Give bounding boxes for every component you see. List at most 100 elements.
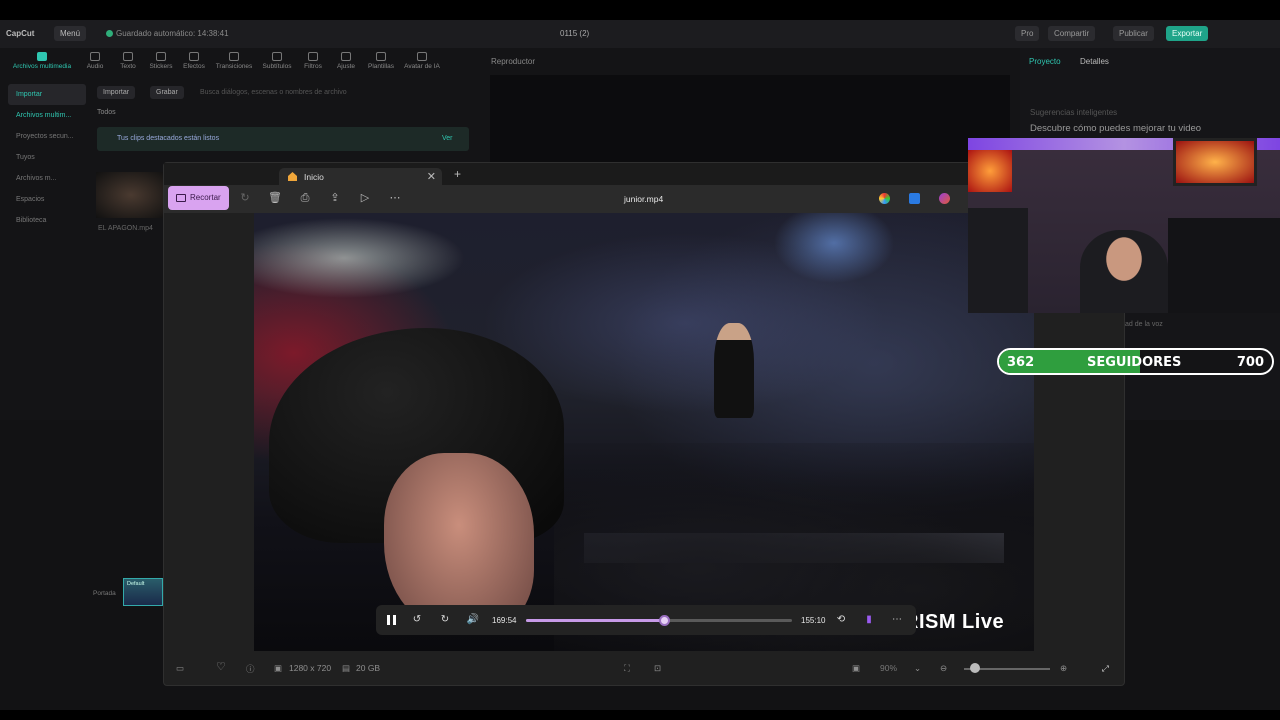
filters-icon (308, 52, 318, 61)
media-icon (37, 52, 47, 61)
pause-icon[interactable] (387, 615, 396, 625)
file-name: junior.mp4 (624, 194, 664, 204)
followers-goal: 700 (1236, 355, 1264, 370)
filter-all[interactable]: Todos (97, 109, 116, 116)
forward-30-icon[interactable]: ↻ (438, 613, 452, 627)
sidebar-item-media[interactable]: Archivos multim... (8, 105, 86, 126)
subtitles-icon (272, 52, 282, 61)
share-button[interactable]: Compartir (1048, 26, 1096, 41)
volume-icon[interactable]: 🔊 (466, 613, 480, 627)
followers-label: SEGUIDORES (1087, 355, 1182, 370)
sidebar-item-yours[interactable]: Tuyos (8, 147, 86, 168)
zoom-slider-thumb[interactable] (970, 663, 980, 673)
seek-bar-fill (526, 619, 665, 622)
more-options-icon[interactable]: ⋯ (388, 191, 402, 205)
voice-label: ad de la voz (1125, 321, 1163, 328)
tab-project[interactable]: Proyecto (1029, 57, 1061, 66)
size-icon: ▤ (342, 663, 351, 673)
webcam-overlay (968, 138, 1280, 313)
media-search-input[interactable]: Busca diálogos, escenas o nombres de arc… (200, 89, 347, 96)
current-time: 169:54 (492, 616, 517, 625)
project-name: 0115 (2) (560, 29, 590, 38)
seek-bar[interactable] (526, 615, 792, 626)
zoom-fit-icon[interactable]: ▣ (852, 663, 860, 674)
sidebar-item-library[interactable]: Biblioteca (8, 210, 86, 231)
fullscreen-icon[interactable]: ⤢ (1102, 663, 1109, 674)
info-icon[interactable]: ⓘ (246, 663, 255, 675)
tool-effects[interactable]: Efectos (174, 52, 214, 70)
zoom-dropdown-icon[interactable]: ⌄ (914, 663, 921, 674)
video-frame[interactable]: RISM Live (254, 213, 1034, 651)
fireplace-screen-left (968, 150, 1012, 192)
tool-templates[interactable]: Plantillas (361, 52, 401, 70)
capcut-titlebar: CapCut Menú Guardado automático: 14:38:4… (0, 20, 1280, 48)
fit-icon[interactable]: ⛶ (624, 663, 630, 674)
pro-button[interactable]: Pro (1015, 26, 1040, 41)
tool-media[interactable]: Archivos multimedia (2, 52, 82, 70)
actual-size-icon[interactable]: ⊡ (654, 663, 661, 674)
close-tab-icon[interactable]: ✕ (427, 170, 436, 183)
slideshow-icon[interactable]: ▷ (358, 191, 372, 205)
zoom-out-icon[interactable]: ⊖ (940, 663, 947, 674)
player-controls: ↺ ↻ 🔊 169:54 155:10 ⟲ ▮ ⋯ (376, 605, 916, 635)
copilot-icon[interactable] (879, 193, 890, 204)
sidebar-item-projects[interactable]: Proyectos secun... (8, 126, 86, 147)
rewind-10-icon[interactable]: ↺ (410, 613, 424, 627)
followers-current: 362 (1007, 355, 1035, 370)
seek-bar-thumb[interactable] (659, 615, 671, 626)
cover-label[interactable]: Portada (93, 590, 116, 597)
notice-text: Tus clips destacados están listos (117, 135, 220, 142)
player-title: Reproductor (491, 57, 536, 66)
repeat-off-icon[interactable]: ⟲ (834, 613, 848, 627)
text-icon (123, 52, 133, 61)
tool-adjust[interactable]: Ajuste (326, 52, 366, 70)
tool-subtitles[interactable]: Subtítulos (257, 52, 297, 70)
dresser (1168, 218, 1280, 313)
tool-transitions[interactable]: Transiciones (214, 52, 254, 70)
record-button[interactable]: Grabar (150, 86, 184, 99)
zoom-in-icon[interactable]: ⊕ (1060, 663, 1067, 674)
editor-app-icon[interactable] (909, 193, 920, 204)
highlights-notice: Tus clips destacados están listos Ver (97, 127, 469, 151)
crop-label: Recortar (190, 193, 221, 202)
sidebar-item-files[interactable]: Archivos m... (8, 168, 86, 189)
tab-home-label: Inicio (304, 172, 324, 182)
rotate-icon[interactable]: ↻ (238, 191, 252, 205)
sticker-icon (156, 52, 166, 61)
transitions-icon (229, 52, 239, 61)
tool-ai-avatar[interactable]: Avatar de IA (400, 52, 444, 70)
video-stage: RISM Live (254, 213, 1034, 651)
clipchamp-edit-icon[interactable]: ▮ (862, 613, 876, 627)
sidebar-item-import[interactable]: Importar (8, 84, 86, 105)
publish-button[interactable]: Publicar (1113, 26, 1154, 41)
fireplace-screen-right (1173, 138, 1257, 186)
import-button[interactable]: Importar (97, 86, 136, 99)
track-label: Default (127, 581, 145, 587)
share-icon[interactable]: ⇪ (328, 191, 342, 205)
media-clip-thumbnail[interactable] (96, 172, 166, 218)
templates-icon (376, 52, 386, 61)
player-more-icon[interactable]: ⋯ (890, 613, 904, 627)
timeline-clip[interactable]: Default (123, 578, 163, 606)
adjust-icon (341, 52, 351, 61)
crop-button[interactable]: Recortar (168, 186, 229, 210)
favorite-icon[interactable]: ♡ (216, 660, 226, 673)
autosave-status: Guardado automático: 14:38:41 (106, 29, 229, 38)
export-button[interactable]: Exportar (1166, 26, 1209, 41)
zoom-level[interactable]: 90% (880, 663, 897, 673)
notice-view-link[interactable]: Ver (442, 135, 453, 142)
tab-details[interactable]: Detalles (1080, 57, 1109, 66)
autosave-icon (106, 30, 113, 37)
resolution-text: 1280 x 720 (289, 663, 332, 673)
tab-home[interactable]: Inicio ✕ (279, 168, 442, 185)
capcut-toolbar: Archivos multimedia Audio Texto Stickers… (0, 48, 480, 76)
menu-button[interactable]: Menú (54, 26, 87, 41)
print-icon[interactable]: ⎙ (298, 191, 312, 205)
media-clip-name: EL APAGON.mp4 (98, 225, 153, 232)
filmstrip-icon[interactable]: ▭ (176, 663, 184, 674)
sidebar-item-spaces[interactable]: Espacios (8, 189, 86, 210)
clipchamp-icon[interactable] (939, 193, 950, 204)
delete-icon[interactable]: 🗑 (268, 191, 282, 205)
new-tab-icon[interactable]: + (454, 167, 461, 181)
total-time: 155:10 (801, 616, 826, 625)
